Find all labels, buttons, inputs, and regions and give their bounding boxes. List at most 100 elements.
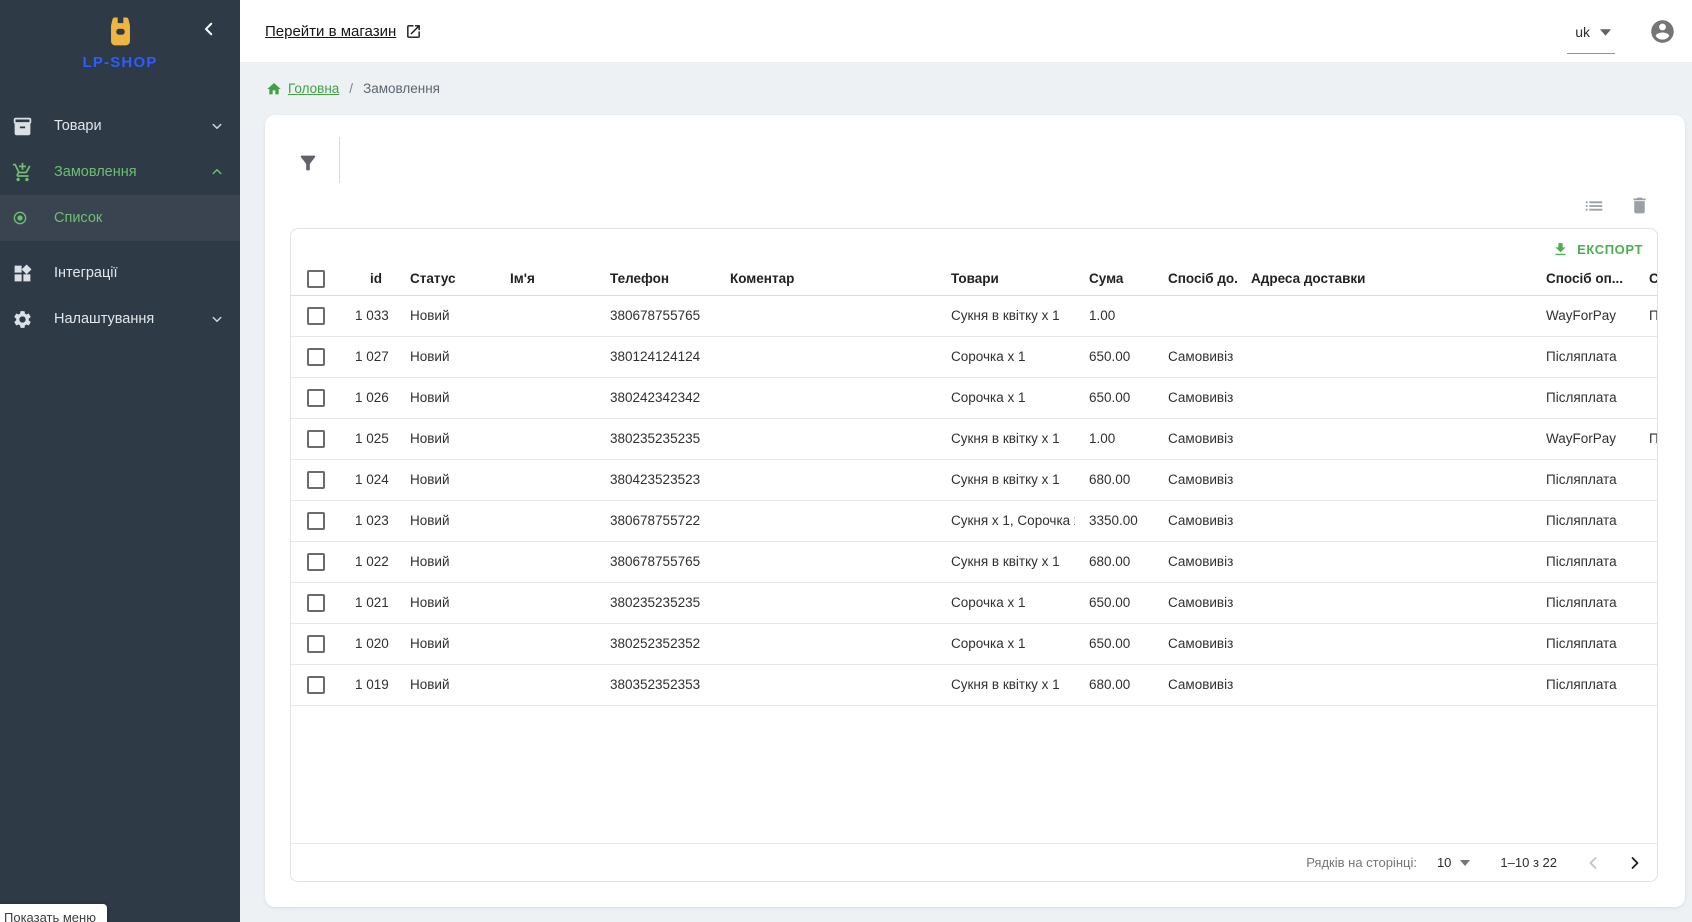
- cell: [1635, 377, 1657, 418]
- sidebar-item-orders-list[interactable]: Список: [0, 195, 240, 241]
- select-all-checkbox[interactable]: [307, 270, 325, 288]
- cell: 1 033: [341, 295, 396, 336]
- breadcrumb-home-link[interactable]: Головна: [266, 81, 339, 97]
- row-checkbox[interactable]: [307, 471, 325, 489]
- cell: Самовивіз: [1154, 418, 1237, 459]
- cell: [1237, 336, 1532, 377]
- column-header[interactable]: Ст: [1635, 263, 1657, 295]
- column-header[interactable]: Телефон: [596, 263, 716, 295]
- cell: 380235235235: [596, 418, 716, 459]
- cell: [1237, 418, 1532, 459]
- cell: 380678755765: [596, 541, 716, 582]
- row-checkbox[interactable]: [307, 307, 325, 325]
- view-list-button[interactable]: [1581, 193, 1607, 219]
- table-row[interactable]: 1 024Новий380423523523Сукня в квітку x 1…: [291, 459, 1657, 500]
- delete-button[interactable]: [1627, 193, 1652, 218]
- cell: [716, 295, 937, 336]
- language-select[interactable]: uk: [1567, 18, 1615, 54]
- table-row[interactable]: 1 019Новий380352352353Сукня в квітку x 1…: [291, 664, 1657, 705]
- gear-icon: [12, 307, 38, 331]
- row-checkbox[interactable]: [307, 389, 325, 407]
- cell: 680.00: [1075, 459, 1154, 500]
- table-row[interactable]: 1 026Новий380242342342Сорочка x 1650.00С…: [291, 377, 1657, 418]
- table-row[interactable]: 1 033Новий380678755765Сукня в квітку x 1…: [291, 295, 1657, 336]
- column-header[interactable]: Спосіб оп...: [1532, 263, 1635, 295]
- cell: Самовивіз: [1154, 541, 1237, 582]
- table-row[interactable]: 1 021Новий380235235235Сорочка x 1650.00С…: [291, 582, 1657, 623]
- sidebar-collapse-button[interactable]: [196, 16, 222, 42]
- row-checkbox[interactable]: [307, 348, 325, 366]
- sidebar-item-orders[interactable]: Замовлення: [0, 149, 240, 195]
- sidebar-item-label: Налаштування: [54, 311, 208, 327]
- cell: [1635, 623, 1657, 664]
- cell: 1.00: [1075, 295, 1154, 336]
- orders-table-body: 1 033Новий380678755765Сукня в квітку x 1…: [291, 295, 1657, 705]
- download-icon: [1552, 241, 1569, 258]
- cell: 3350.00: [1075, 500, 1154, 541]
- table-row[interactable]: 1 025Новий380235235235Сукня в квітку x 1…: [291, 418, 1657, 459]
- row-checkbox[interactable]: [307, 512, 325, 530]
- rows-per-page-select[interactable]: 10: [1437, 855, 1470, 870]
- cell: [1237, 295, 1532, 336]
- cell: 650.00: [1075, 582, 1154, 623]
- cell: [496, 664, 596, 705]
- table-row[interactable]: 1 027Новий380124124124Сорочка x 1650.00С…: [291, 336, 1657, 377]
- cell: 1 023: [341, 500, 396, 541]
- orders-table-wrap: idСтатусІм'яТелефонКоментарТовариСумаСпо…: [291, 263, 1657, 706]
- column-header[interactable]: id: [341, 263, 396, 295]
- cell: Сукня в квітку x 1: [937, 541, 1075, 582]
- cell: Самовивіз: [1154, 459, 1237, 500]
- column-header[interactable]: Сума: [1075, 263, 1154, 295]
- cell: Післяплата: [1532, 541, 1635, 582]
- table-empty-area: [291, 706, 1657, 844]
- column-header[interactable]: Ім'я: [496, 263, 596, 295]
- caret-down-icon: [1600, 29, 1611, 36]
- cell: [1237, 541, 1532, 582]
- column-header[interactable]: Коментар: [716, 263, 937, 295]
- filter-button[interactable]: [293, 148, 323, 178]
- user-avatar-button[interactable]: [1649, 18, 1676, 45]
- cell: Новий: [396, 336, 496, 377]
- cell: [1237, 582, 1532, 623]
- row-select-cell: [291, 541, 341, 582]
- column-header[interactable]: Адреса доставки: [1237, 263, 1532, 295]
- home-icon: [266, 81, 282, 97]
- row-checkbox[interactable]: [307, 430, 325, 448]
- go-to-store-link[interactable]: Перейти в магазин: [265, 23, 422, 40]
- next-page-button[interactable]: [1623, 851, 1647, 875]
- sidebar-item-settings[interactable]: Налаштування: [0, 296, 240, 342]
- row-checkbox[interactable]: [307, 553, 325, 571]
- cell: 680.00: [1075, 664, 1154, 705]
- column-header[interactable]: Статус: [396, 263, 496, 295]
- cell: Новий: [396, 664, 496, 705]
- cell: [1237, 459, 1532, 500]
- account-circle-icon: [1649, 18, 1676, 45]
- cell: [716, 336, 937, 377]
- cell: Сорочка x 1: [937, 377, 1075, 418]
- cell: [1237, 500, 1532, 541]
- row-checkbox[interactable]: [307, 635, 325, 653]
- row-checkbox[interactable]: [307, 594, 325, 612]
- shop-bag-icon: [107, 16, 134, 47]
- row-select-cell: [291, 336, 341, 377]
- table-row[interactable]: 1 022Новий380678755765Сукня в квітку x 1…: [291, 541, 1657, 582]
- sidebar-item-products[interactable]: Товари: [0, 103, 240, 149]
- sidebar-menu: Товари Замовлення Список Інтеграці: [0, 103, 240, 342]
- table-row[interactable]: 1 020Новий380252352352Сорочка x 1650.00С…: [291, 623, 1657, 664]
- prev-page-button[interactable]: [1581, 851, 1605, 875]
- column-header[interactable]: Спосіб до...: [1154, 263, 1237, 295]
- rows-per-page-label: Рядків на сторінці:: [1306, 855, 1417, 870]
- sidebar-item-label: Список: [54, 210, 226, 226]
- cell: Новий: [396, 500, 496, 541]
- column-header[interactable]: Товари: [937, 263, 1075, 295]
- cell: Новий: [396, 295, 496, 336]
- cell: WayForPay: [1532, 418, 1635, 459]
- export-button[interactable]: ЕКСПОРТ: [1552, 241, 1643, 258]
- row-checkbox[interactable]: [307, 676, 325, 694]
- cell: Сорочка x 1: [937, 623, 1075, 664]
- table-row[interactable]: 1 023Новий380678755722Сукня x 1, Сорочка…: [291, 500, 1657, 541]
- cell: [716, 418, 937, 459]
- show-menu-tooltip: Показать меню: [0, 904, 107, 922]
- sidebar-item-integrations[interactable]: Інтеграції: [0, 250, 240, 296]
- cell: 380252352352: [596, 623, 716, 664]
